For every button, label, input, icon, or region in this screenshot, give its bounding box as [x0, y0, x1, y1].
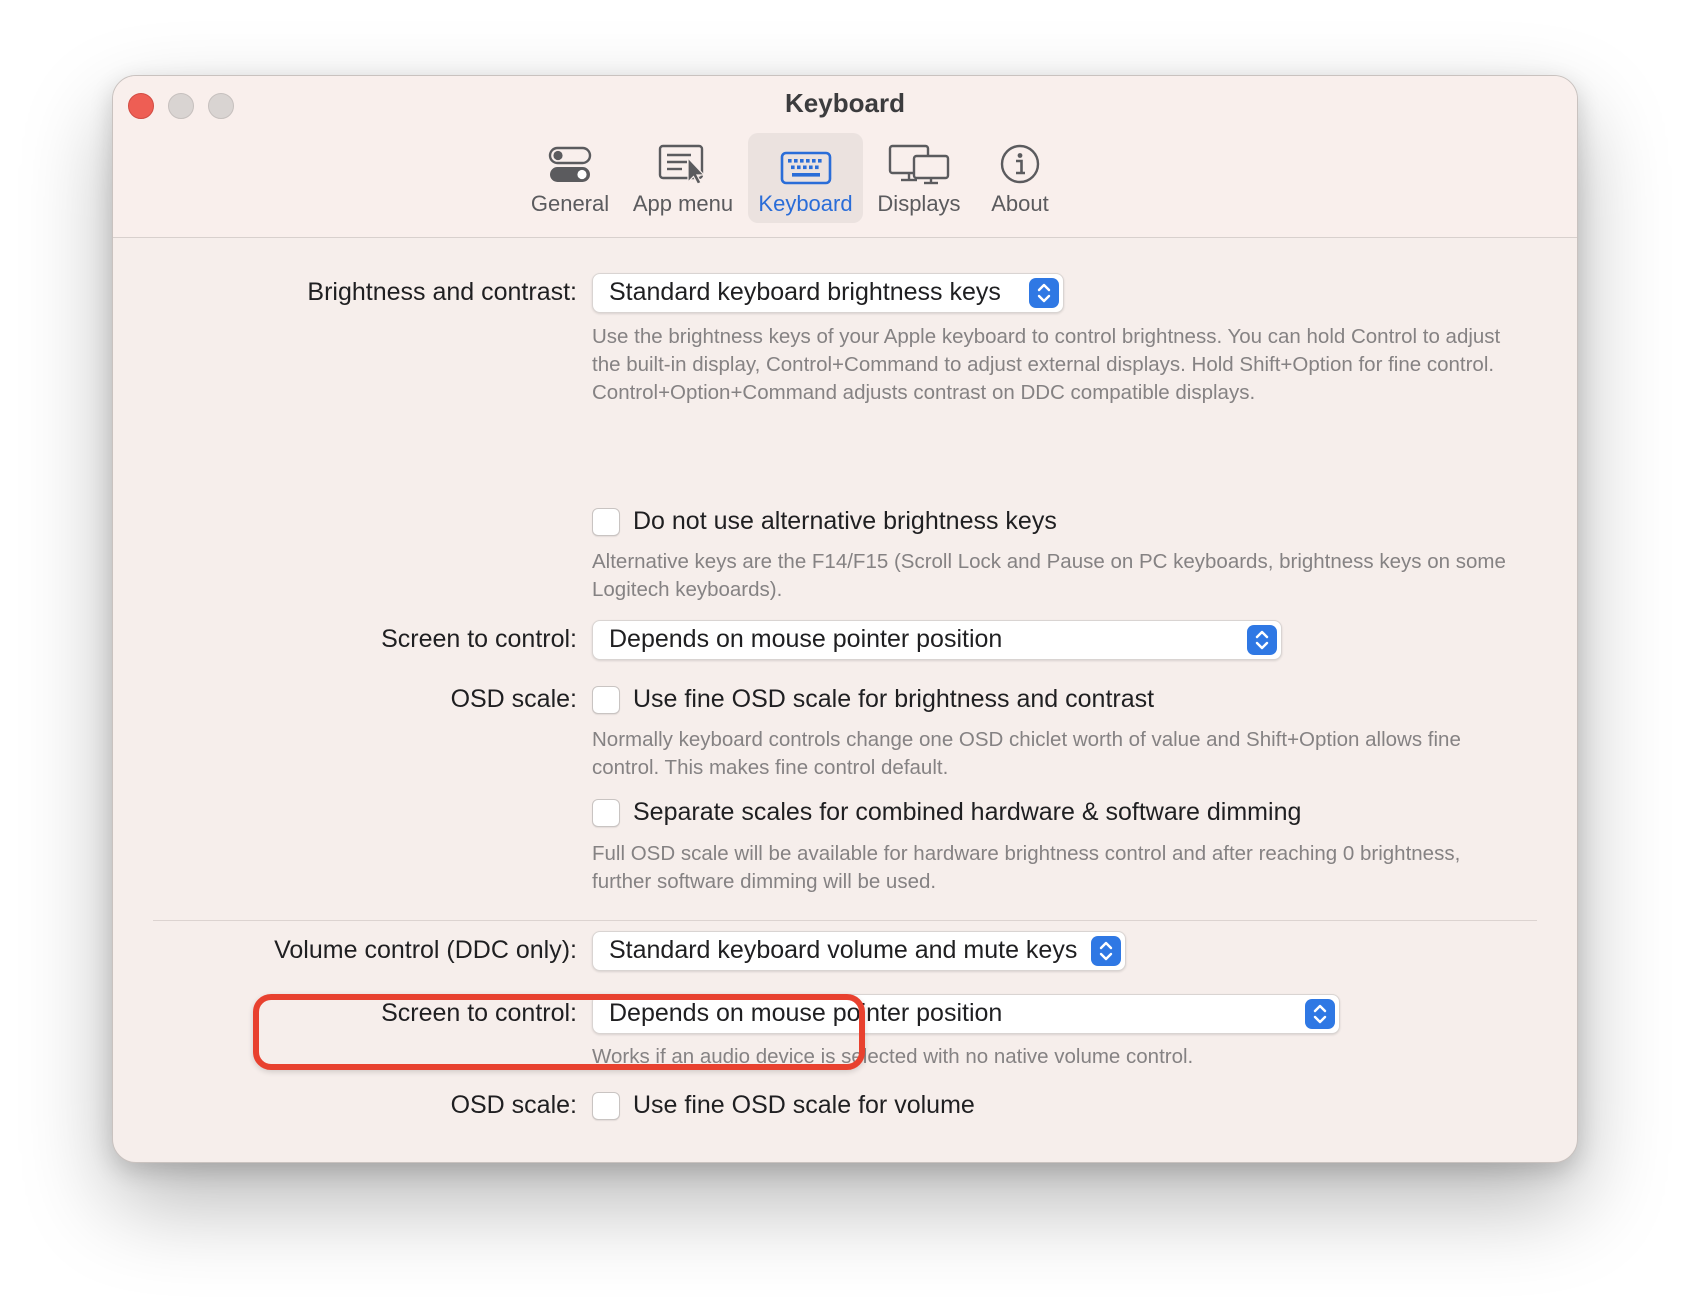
fine-osd-volume-checkbox[interactable]	[592, 1092, 620, 1120]
tab-keyboard[interactable]: Keyboard	[748, 133, 863, 223]
info-icon	[999, 133, 1041, 185]
alt-brightness-keys-label: Do not use alternative brightness keys	[633, 507, 1057, 535]
highlight-annotation	[253, 994, 865, 1070]
screen-to-control-label: Screen to control:	[381, 625, 577, 653]
alt-brightness-keys-description: Alternative keys are the F14/F15 (Scroll…	[592, 550, 1506, 601]
toggles-icon	[548, 133, 592, 185]
brightness-keys-value: Standard keyboard brightness keys	[609, 278, 1001, 306]
volume-osd-scale-label: OSD scale:	[450, 1091, 577, 1119]
chevron-up-down-icon	[1091, 936, 1121, 966]
tab-app-menu[interactable]: App menu	[625, 133, 741, 223]
menu-cursor-icon	[658, 133, 708, 185]
chevron-up-down-icon	[1305, 999, 1335, 1029]
tab-about[interactable]: About	[975, 133, 1065, 223]
separate-scales-checkbox[interactable]	[592, 799, 620, 827]
tab-app-menu-label: App menu	[632, 191, 734, 216]
fine-osd-brightness-label: Use fine OSD scale for brightness and co…	[633, 685, 1155, 713]
fine-osd-brightness-checkbox[interactable]	[592, 686, 620, 714]
fine-osd-brightness-description: Normally keyboard controls change one OS…	[592, 728, 1461, 779]
separate-scales-description: Full OSD scale will be available for har…	[592, 842, 1461, 893]
separate-scales-label: Separate scales for combined hardware & …	[633, 798, 1302, 826]
chevron-up-down-icon	[1029, 278, 1059, 308]
tab-about-label: About	[991, 191, 1049, 216]
brightness-screen-value: Depends on mouse pointer position	[609, 625, 1003, 653]
toolbar: Keyboard General App menu Keyboard Displ…	[113, 76, 1577, 238]
osd-scale-label: OSD scale:	[450, 685, 577, 713]
brightness-screen-popup[interactable]: Depends on mouse pointer position	[592, 620, 1282, 660]
tab-displays[interactable]: Displays	[869, 133, 969, 223]
tab-keyboard-label: Keyboard	[758, 191, 853, 216]
brightness-keys-description: Use the brightness keys of your Apple ke…	[592, 325, 1501, 404]
brightness-contrast-label: Brightness and contrast:	[307, 278, 577, 306]
tab-displays-label: Displays	[877, 191, 961, 216]
keyboard-icon	[780, 133, 832, 185]
brightness-keys-popup[interactable]: Standard keyboard brightness keys	[592, 273, 1064, 313]
window-title: Keyboard	[785, 88, 905, 118]
tab-general-label: General	[530, 191, 610, 216]
displays-icon	[888, 133, 950, 185]
tab-general[interactable]: General	[522, 133, 618, 223]
section-divider	[153, 920, 1537, 921]
volume-keys-value: Standard keyboard volume and mute keys	[609, 936, 1078, 964]
fine-osd-volume-label: Use fine OSD scale for volume	[633, 1091, 975, 1119]
volume-keys-popup[interactable]: Standard keyboard volume and mute keys	[592, 931, 1126, 971]
alt-brightness-keys-checkbox[interactable]	[592, 508, 620, 536]
volume-control-label: Volume control (DDC only):	[274, 936, 577, 964]
chevron-up-down-icon	[1247, 625, 1277, 655]
